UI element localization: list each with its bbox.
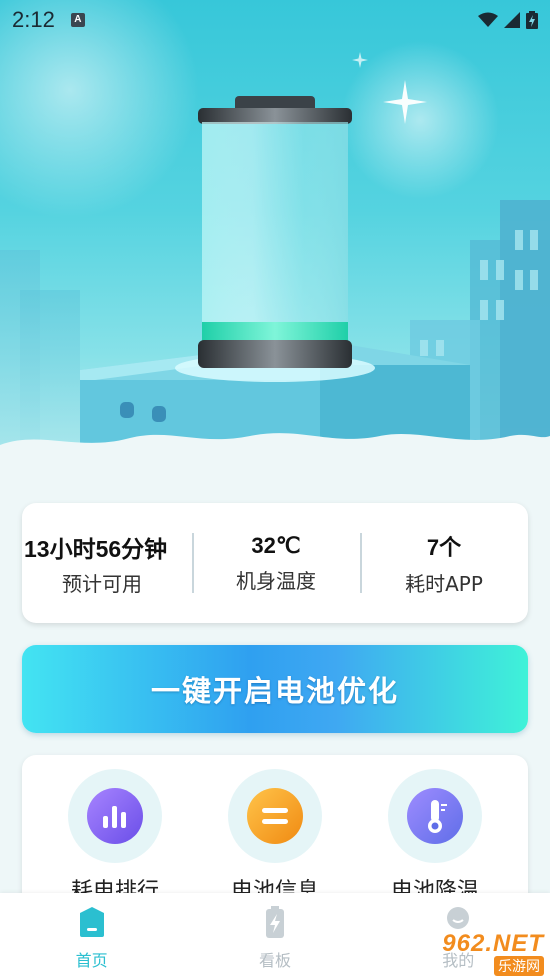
status-time: 2:12 <box>12 7 55 32</box>
city-illustration <box>0 52 550 470</box>
features-card: 耗电排行 电池信息 电池降温 <box>22 755 528 915</box>
nav-label: 看板 <box>258 951 291 970</box>
watermark-logo: 962.NET <box>442 930 544 957</box>
battery-stats-card: 13小时56分钟 预计可用 32℃ 机身温度 7个 耗时APP <box>22 503 528 623</box>
thermometer-icon <box>407 788 463 844</box>
home-icon <box>79 907 104 937</box>
hero-banner: 2:12 A <box>0 0 550 470</box>
dashboard-icon <box>265 906 284 938</box>
nav-home[interactable]: 首页 <box>37 905 147 979</box>
temperature-stat: 32℃ 机身温度 <box>192 503 360 623</box>
nav-label: 首页 <box>75 951 108 970</box>
battery-status-icon <box>526 11 538 29</box>
remaining-time-stat: 13小时56分钟 预计可用 <box>22 503 192 623</box>
temperature-label: 机身温度 <box>236 568 316 593</box>
feature-icon-ring <box>388 769 482 863</box>
apps-label: 耗时APP <box>405 571 483 596</box>
site-watermark: 962.NET 乐游网 <box>418 930 550 976</box>
optimize-battery-button[interactable]: 一键开启电池优化 <box>22 645 528 733</box>
battery-info-icon <box>247 788 303 844</box>
nav-dashboard[interactable]: 看板 <box>220 905 330 979</box>
watermark-sub: 乐游网 <box>494 956 544 976</box>
status-bar: 2:12 A <box>0 0 550 40</box>
notification-icon: A <box>70 13 85 27</box>
remaining-time-label: 预计可用 <box>62 571 142 596</box>
status-icons <box>478 11 538 29</box>
temperature-value: 32℃ <box>251 532 301 558</box>
apps-value: 7个 <box>426 534 462 560</box>
wifi-icon <box>478 12 498 27</box>
signal-icon <box>504 12 520 28</box>
feature-icon-ring <box>228 769 322 863</box>
feature-icon-ring <box>68 769 162 863</box>
apps-stat[interactable]: 7个 耗时APP <box>360 503 528 623</box>
bar-chart-icon <box>87 788 143 844</box>
optimize-battery-label: 一键开启电池优化 <box>150 674 399 708</box>
remaining-time-value: 13小时56分钟 <box>24 535 168 562</box>
